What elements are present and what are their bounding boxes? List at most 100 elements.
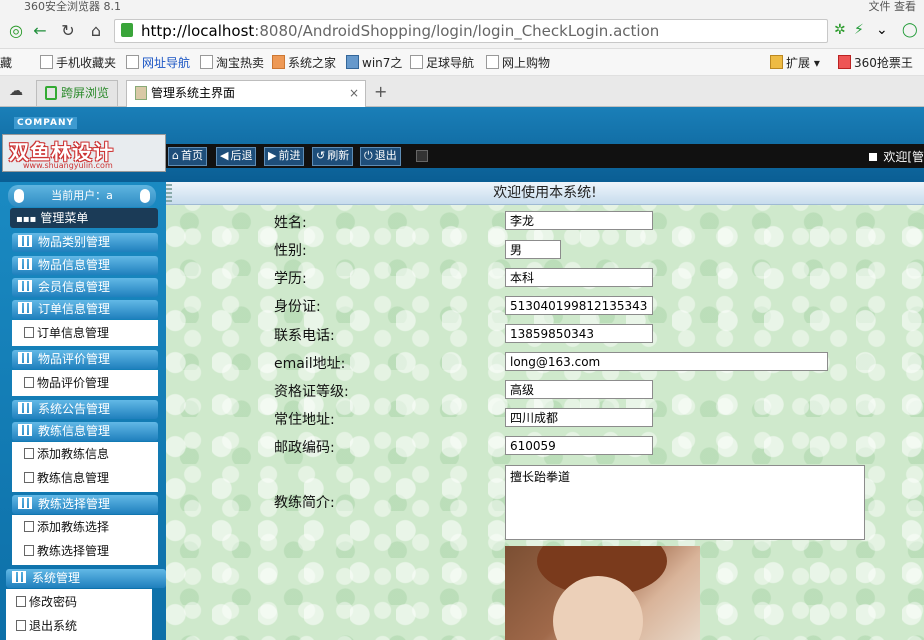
coach-submenu: 添加教练信息 教练信息管理 <box>12 442 158 492</box>
address-bar[interactable]: http://localhost:8080/AndroidShopping/lo… <box>114 19 828 43</box>
back-button[interactable]: ◀ 后退 <box>216 147 257 166</box>
submenu-order-manage[interactable]: 订单信息管理 <box>12 322 158 344</box>
id-card-field[interactable]: 513040199812135343 <box>505 296 653 315</box>
refresh-icon: ↺ <box>316 149 326 162</box>
menu-item-category[interactable]: 物品类别管理 <box>12 233 158 252</box>
menu-item-goods[interactable]: 物品信息管理 <box>12 256 158 275</box>
page-icon <box>200 55 213 69</box>
label-address: 常住地址: <box>274 412 335 428</box>
bookmark-2[interactable]: 网址导航 <box>126 54 190 71</box>
menu-item-coach-select[interactable]: 教练选择管理 <box>12 495 158 514</box>
dropdown-icon[interactable]: ⌄ <box>876 22 888 38</box>
tab-admin-main[interactable]: 管理系统主界面 × <box>126 80 366 107</box>
phone-field[interactable]: 13859850343 <box>505 324 653 343</box>
submenu-change-password[interactable]: 修改密码 <box>6 591 152 613</box>
arrow-left-icon: ◀ <box>220 149 229 162</box>
email-field[interactable]: long@163.com <box>505 352 828 371</box>
home-button[interactable]: ⌂ 首页 <box>168 147 207 166</box>
pin-icon <box>140 189 150 203</box>
bookmark-7[interactable]: 网上购物 <box>486 54 550 71</box>
page-icon <box>16 596 26 607</box>
bookmark-6[interactable]: 足球导航 <box>410 54 474 71</box>
submenu-add-coach[interactable]: 添加教练信息 <box>12 443 158 465</box>
menu-item-order[interactable]: 订单信息管理 <box>12 300 158 319</box>
extensions-button[interactable]: 扩展 ▾ <box>770 54 820 71</box>
list-icon <box>18 235 32 247</box>
bookmark-4[interactable]: 系统之家 <box>272 54 336 71</box>
menu-item-system[interactable]: 系统管理 <box>6 569 166 588</box>
speed-icon[interactable]: ✲ <box>834 22 846 38</box>
reload-icon[interactable]: ↻ <box>58 21 78 41</box>
education-field[interactable]: 本科 <box>505 268 653 287</box>
lightning-icon[interactable]: ⚡ <box>854 22 864 38</box>
cert-level-field[interactable]: 高级 <box>505 380 653 399</box>
page-icon <box>24 545 34 556</box>
page-icon <box>24 448 34 459</box>
list-icon <box>18 424 32 436</box>
search-icon[interactable]: ◯ <box>902 22 918 38</box>
square-icon <box>869 153 878 161</box>
ticket-icon <box>838 55 851 69</box>
main-content: 欢迎使用本系统! 姓名: 李龙 性别: 男 学历: 本科 身份证: 513040… <box>166 182 924 640</box>
browser-tab-bar: ☁ 跨屏浏览 管理系统主界面 × + <box>0 76 924 107</box>
label-intro: 教练简介: <box>274 495 335 511</box>
postcode-field[interactable]: 610059 <box>505 436 653 455</box>
browser-logo-icon: ◎ <box>9 21 23 40</box>
grid-icon <box>770 55 783 69</box>
system-submenu: 修改密码 退出系统 <box>6 589 152 640</box>
grid-icon: ▪▪▪ <box>16 214 37 225</box>
current-user-label: 当前用户：a <box>51 189 113 202</box>
ticket-grab-button[interactable]: 360抢票王 <box>838 54 913 71</box>
url-text[interactable]: http://localhost:8080/AndroidShopping/lo… <box>141 22 659 40</box>
phone-icon <box>45 86 57 100</box>
order-submenu: 订单信息管理 <box>12 320 158 346</box>
submenu-logout[interactable]: 退出系统 <box>6 615 152 637</box>
bookmark-1[interactable]: 手机收藏夹 <box>40 54 116 71</box>
page-title: 欢迎使用本系统! <box>493 185 597 201</box>
list-icon <box>18 497 32 509</box>
review-submenu: 物品评价管理 <box>12 370 158 396</box>
sidebar: 当前用户：a ▪▪▪ 管理菜单 物品类别管理 物品信息管理 会员信息管理 订单信息… <box>0 182 166 640</box>
submenu-coach-manage[interactable]: 教练信息管理 <box>12 467 158 489</box>
address-field[interactable]: 四川成都 <box>505 408 653 427</box>
submenu-review-manage[interactable]: 物品评价管理 <box>12 372 158 394</box>
page-icon <box>410 55 423 69</box>
logout-button[interactable]: ⏻ 退出 <box>360 147 401 166</box>
close-tab-icon[interactable]: × <box>349 81 359 105</box>
page-icon <box>24 472 34 483</box>
back-icon[interactable]: ← <box>30 21 50 41</box>
content-header: 欢迎使用本系统! <box>166 182 924 205</box>
intro-textarea[interactable]: 擅长跆拳道 <box>505 465 865 540</box>
page-thumb-icon <box>135 86 147 100</box>
refresh-button[interactable]: ↺ 刷新 <box>312 147 354 166</box>
menu-item-member[interactable]: 会员信息管理 <box>12 278 158 297</box>
browser-menu[interactable]: 文件 查看 <box>869 0 917 14</box>
menu-item-notice[interactable]: 系统公告管理 <box>12 400 158 419</box>
menu-item-coach[interactable]: 教练信息管理 <box>12 422 158 441</box>
list-icon <box>12 571 26 583</box>
name-field[interactable]: 李龙 <box>505 211 653 230</box>
cloud-icon[interactable]: ☁ <box>6 81 26 101</box>
page-icon <box>16 620 26 631</box>
gender-field[interactable]: 男 <box>505 240 561 259</box>
home-icon[interactable]: ⌂ <box>86 21 106 41</box>
submenu-coach-select-manage[interactable]: 教练选择管理 <box>12 540 158 562</box>
company-tag: COMPANY <box>14 117 77 129</box>
home-icon: ⌂ <box>172 149 179 162</box>
new-tab-button[interactable]: + <box>374 82 387 101</box>
forward-button[interactable]: ▶ 前进 <box>264 147 305 166</box>
submenu-add-coach-select[interactable]: 添加教练选择 <box>12 516 158 538</box>
bookmark-3[interactable]: 淘宝热卖 <box>200 54 264 71</box>
current-user-bar: 当前用户：a <box>8 185 156 207</box>
bookmark-0[interactable]: 藏 <box>0 54 12 71</box>
logo-url: www.shuangyulin.com <box>23 161 113 170</box>
browser-title-bar: 360安全浏览器 8.1 文件 查看 <box>0 0 924 14</box>
label-cert-level: 资格证等级: <box>274 384 349 400</box>
browser-nav-bar: ◎ ← ↻ ⌂ http://localhost:8080/AndroidSho… <box>0 14 924 49</box>
grip-icon <box>416 150 428 162</box>
coach-photo <box>505 546 700 640</box>
bookmark-5[interactable]: win7之 <box>346 54 402 71</box>
menu-item-review[interactable]: 物品评价管理 <box>12 350 158 369</box>
arrow-right-icon: ▶ <box>268 149 277 162</box>
tab-cross-screen[interactable]: 跨屏浏览 <box>36 80 118 106</box>
